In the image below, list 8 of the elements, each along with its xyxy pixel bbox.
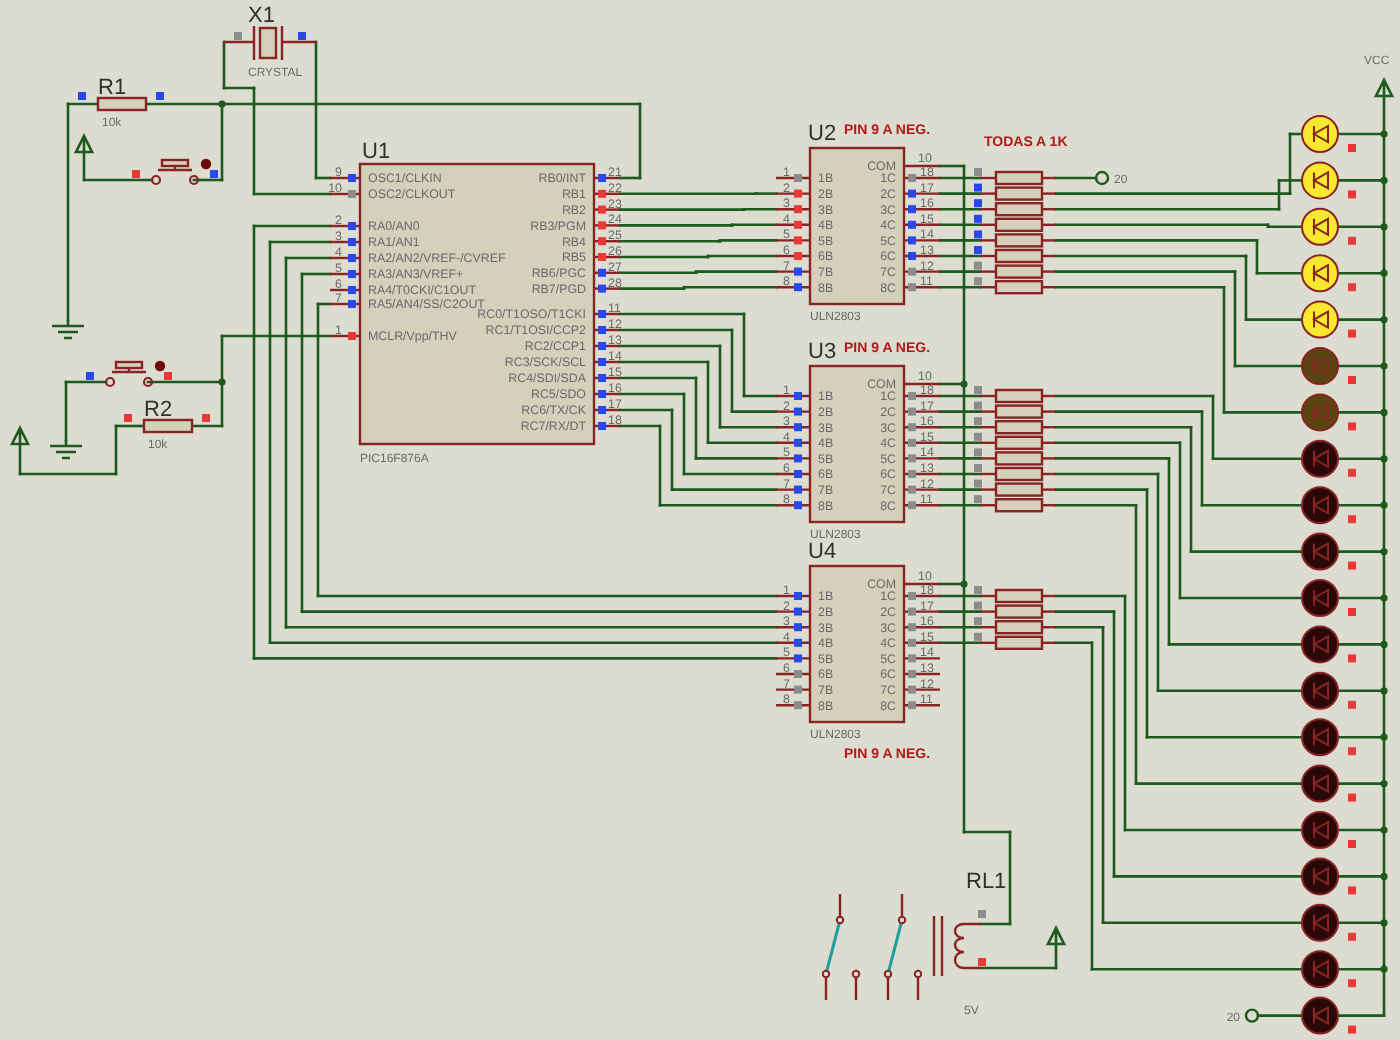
- component-reference: U4: [808, 540, 837, 564]
- component-reference: U3: [808, 340, 837, 364]
- component-reference: U1: [362, 140, 391, 164]
- component-reference: R1: [98, 76, 127, 100]
- component-reference: RL1: [966, 870, 1007, 894]
- component-reference: U2: [808, 122, 837, 146]
- component-reference: R2: [144, 398, 173, 422]
- component-reference: X1: [248, 4, 275, 28]
